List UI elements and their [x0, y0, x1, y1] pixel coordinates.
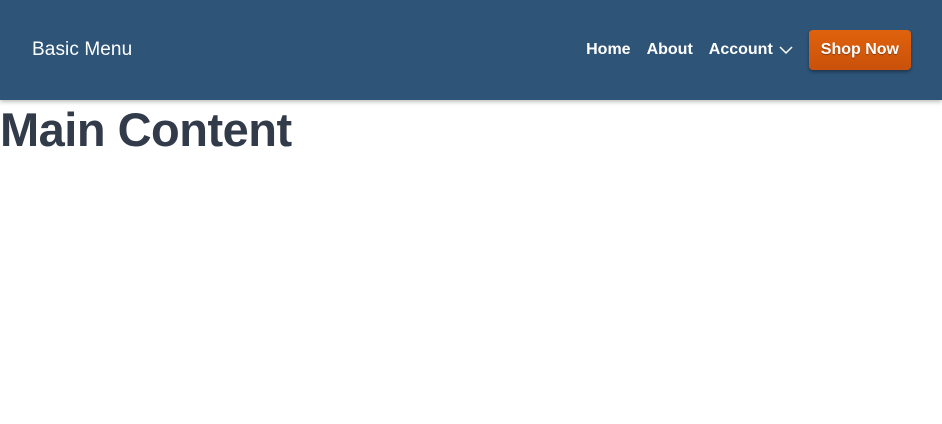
shop-now-button[interactable]: Shop Now [808, 30, 911, 70]
nav-links: Home About Account Shop Now [586, 30, 911, 70]
nav-link-home-label: Home [586, 41, 631, 58]
nav-dropdown-account[interactable]: Account [709, 41, 793, 59]
page-title: Main Content [0, 103, 292, 156]
nav-link-about[interactable]: About [647, 41, 693, 59]
nav-link-about-label: About [646, 41, 693, 58]
nav-link-home[interactable]: Home [586, 41, 630, 59]
brand-title[interactable]: Basic Menu [32, 39, 132, 61]
nav-dropdown-account-label: Account [708, 41, 773, 58]
chevron-down-icon [779, 45, 793, 55]
top-navbar: Basic Menu Home About Account Shop Now [0, 0, 942, 100]
